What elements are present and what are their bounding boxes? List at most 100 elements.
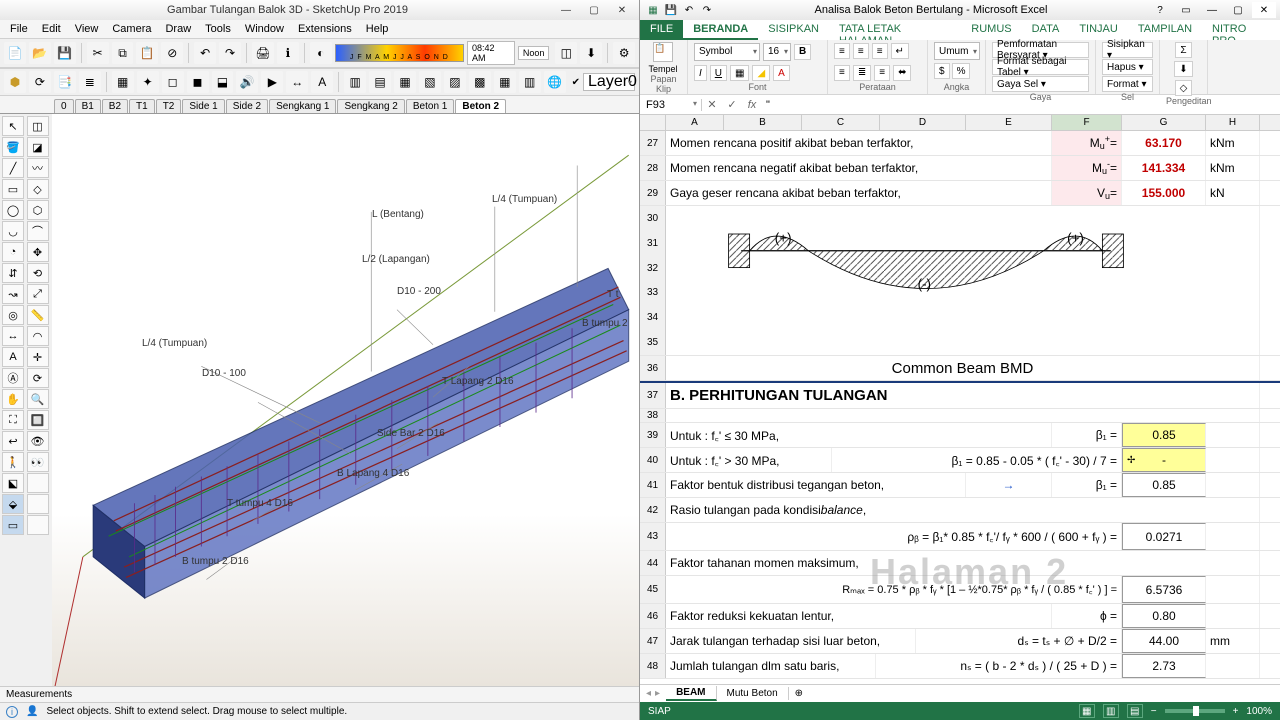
freehand-icon[interactable]: 〰 — [27, 158, 49, 178]
cell[interactable]: Common Beam BMD — [666, 356, 1260, 380]
viewport[interactable]: L/4 (Tumpuan) L (Bentang) L/2 (Lapangan)… — [52, 114, 639, 686]
view3-icon[interactable]: ▦ — [394, 71, 416, 93]
tab-file[interactable]: FILE — [640, 20, 683, 40]
cell[interactable]: dₛ = tₛ + ∅ + D/2 = — [916, 629, 1122, 653]
orbit-icon[interactable]: ⟳ — [27, 368, 49, 388]
ribbon-opts-icon[interactable]: ▭ — [1174, 2, 1198, 18]
cell[interactable]: Mu- = — [1052, 156, 1122, 180]
tab-tinjau[interactable]: TINJAU — [1069, 20, 1128, 40]
cell[interactable]: 6.5736 — [1122, 576, 1206, 603]
line-icon[interactable]: ╱ — [2, 158, 24, 178]
sheet-tab-active[interactable]: BEAM — [666, 686, 716, 701]
section-plane-icon[interactable]: ⬕ — [2, 473, 24, 493]
save-icon[interactable]: 💾 — [664, 3, 678, 17]
cell[interactable]: Momen rencana negatif akibat beban terfa… — [666, 156, 1052, 180]
scene-tab[interactable]: Sengkang 2 — [337, 99, 404, 113]
view6-icon[interactable]: ▩ — [469, 71, 491, 93]
cell[interactable]: 2.73 — [1122, 654, 1206, 678]
scene-tab[interactable]: Sengkang 1 — [269, 99, 336, 113]
pushpull-icon[interactable]: ⇵ — [2, 263, 24, 283]
font-color-button[interactable]: A — [773, 65, 790, 81]
row-header[interactable]: 37 — [640, 383, 666, 408]
pan-icon[interactable]: ✋ — [2, 389, 24, 409]
copy-icon[interactable]: ⧉ — [112, 42, 134, 64]
rotated-rect-icon[interactable]: ◇ — [27, 179, 49, 199]
geolocation-icon[interactable]: 👤 — [26, 706, 38, 717]
scene-tab[interactable]: Side 1 — [182, 99, 224, 113]
row-header[interactable]: 45 — [640, 576, 666, 603]
scene-tab-active[interactable]: Beton 2 — [455, 99, 506, 113]
polygon-icon[interactable]: ⬡ — [27, 200, 49, 220]
row-header[interactable]: 36 — [640, 356, 666, 380]
cell[interactable]: Vu = — [1052, 181, 1122, 205]
view5-icon[interactable]: ▨ — [444, 71, 466, 93]
tab-nitro[interactable]: NITRO PRO — [1202, 20, 1280, 40]
warehouse-icon[interactable]: ⬇ — [580, 42, 602, 64]
delete-button[interactable]: Hapus ▾ — [1102, 59, 1153, 75]
clear-button[interactable]: ◇ — [1175, 80, 1193, 96]
extension-icon[interactable]: ⚙ — [613, 42, 635, 64]
save-icon[interactable]: 💾 — [54, 42, 76, 64]
cell[interactable]: kNm — [1206, 131, 1260, 155]
animation-icon[interactable]: ▶ — [261, 71, 283, 93]
text-icon[interactable]: A — [311, 71, 333, 93]
row-header[interactable]: 27 — [640, 131, 666, 155]
text-tool-icon[interactable]: A — [2, 347, 24, 367]
view1-icon[interactable]: ▥ — [344, 71, 366, 93]
italic-button[interactable]: I — [694, 65, 707, 81]
cell[interactable]: Jumlah tulangan dlm satu baris, — [666, 654, 876, 678]
menu-extensions[interactable]: Extensions — [292, 22, 358, 36]
border-button[interactable]: ▦ — [730, 65, 749, 81]
cell-active[interactable]: ✢- — [1122, 448, 1206, 472]
menu-help[interactable]: Help — [360, 22, 395, 36]
sheet-nav-last-icon[interactable]: ▸ — [655, 688, 660, 699]
col-header[interactable]: D — [880, 115, 966, 130]
row-header[interactable]: 29 — [640, 181, 666, 205]
open-icon[interactable]: 📂 — [29, 42, 51, 64]
col-header[interactable]: B — [724, 115, 802, 130]
zoom-value[interactable]: 100% — [1246, 706, 1272, 717]
col-header[interactable]: G — [1122, 115, 1206, 130]
paint-icon[interactable]: 🪣 — [2, 137, 24, 157]
sheet-tab[interactable]: Mutu Beton — [717, 687, 789, 700]
shadow-month-slider[interactable]: J F M A M J J A S O N D — [335, 44, 464, 62]
tab-tataletak[interactable]: TATA LETAK HALAMAN — [829, 20, 961, 40]
row-header[interactable]: 39 — [640, 423, 666, 447]
col-header-selected[interactable]: F — [1052, 115, 1122, 130]
cell[interactable]: Untuk : f꜀' ≤ 30 MPa, — [666, 423, 1052, 447]
dimension-icon[interactable]: ↔ — [2, 326, 24, 346]
menu-file[interactable]: File — [4, 22, 34, 36]
col-header[interactable]: C — [802, 115, 880, 130]
scene-tab[interactable]: Beton 1 — [406, 99, 454, 113]
position-cam-icon[interactable]: 👁 — [27, 431, 49, 451]
view7-icon[interactable]: ▦ — [494, 71, 516, 93]
dim-icon[interactable]: ↔ — [286, 71, 308, 93]
pagelayout-view-icon[interactable]: ▥ — [1103, 704, 1119, 718]
scale-icon[interactable]: ⤢ — [27, 284, 49, 304]
col-header[interactable]: E — [966, 115, 1052, 130]
section-icon[interactable]: ⬓ — [212, 71, 234, 93]
zoom-in-button[interactable]: + — [1233, 706, 1239, 717]
wrap-button[interactable]: ↵ — [891, 43, 909, 59]
merge-button[interactable]: ⬌ — [893, 65, 911, 81]
cell[interactable]: 63.170 — [1122, 131, 1206, 155]
add-sheet-button[interactable]: ⊕ — [789, 688, 809, 699]
font-size[interactable]: 16 — [763, 43, 791, 61]
layers-icon[interactable]: ≣ — [79, 71, 101, 93]
eraser-icon[interactable]: ◪ — [27, 137, 49, 157]
format-table-button[interactable]: Format sebagai Tabel ▾ — [992, 59, 1089, 75]
look-icon[interactable]: 👀 — [27, 452, 49, 472]
info-icon[interactable]: i — [6, 706, 18, 718]
rotate-icon[interactable]: ⟲ — [27, 263, 49, 283]
enter-icon[interactable]: ✓ — [722, 98, 742, 111]
name-box[interactable]: F93 — [640, 99, 702, 111]
scene-tab[interactable]: T2 — [156, 99, 182, 113]
format-button[interactable]: Format ▾ — [1102, 76, 1153, 92]
make-component-icon[interactable]: ⬢ — [4, 71, 26, 93]
tab-beranda[interactable]: BERANDA — [683, 20, 758, 40]
row-header[interactable]: 41 — [640, 473, 666, 497]
tape-icon[interactable]: 📏 — [27, 305, 49, 325]
cell[interactable]: Momen rencana positif akibat beban terfa… — [666, 131, 1052, 155]
currency-button[interactable]: $ — [934, 63, 950, 79]
cell[interactable]: 44.00 — [1122, 629, 1206, 653]
